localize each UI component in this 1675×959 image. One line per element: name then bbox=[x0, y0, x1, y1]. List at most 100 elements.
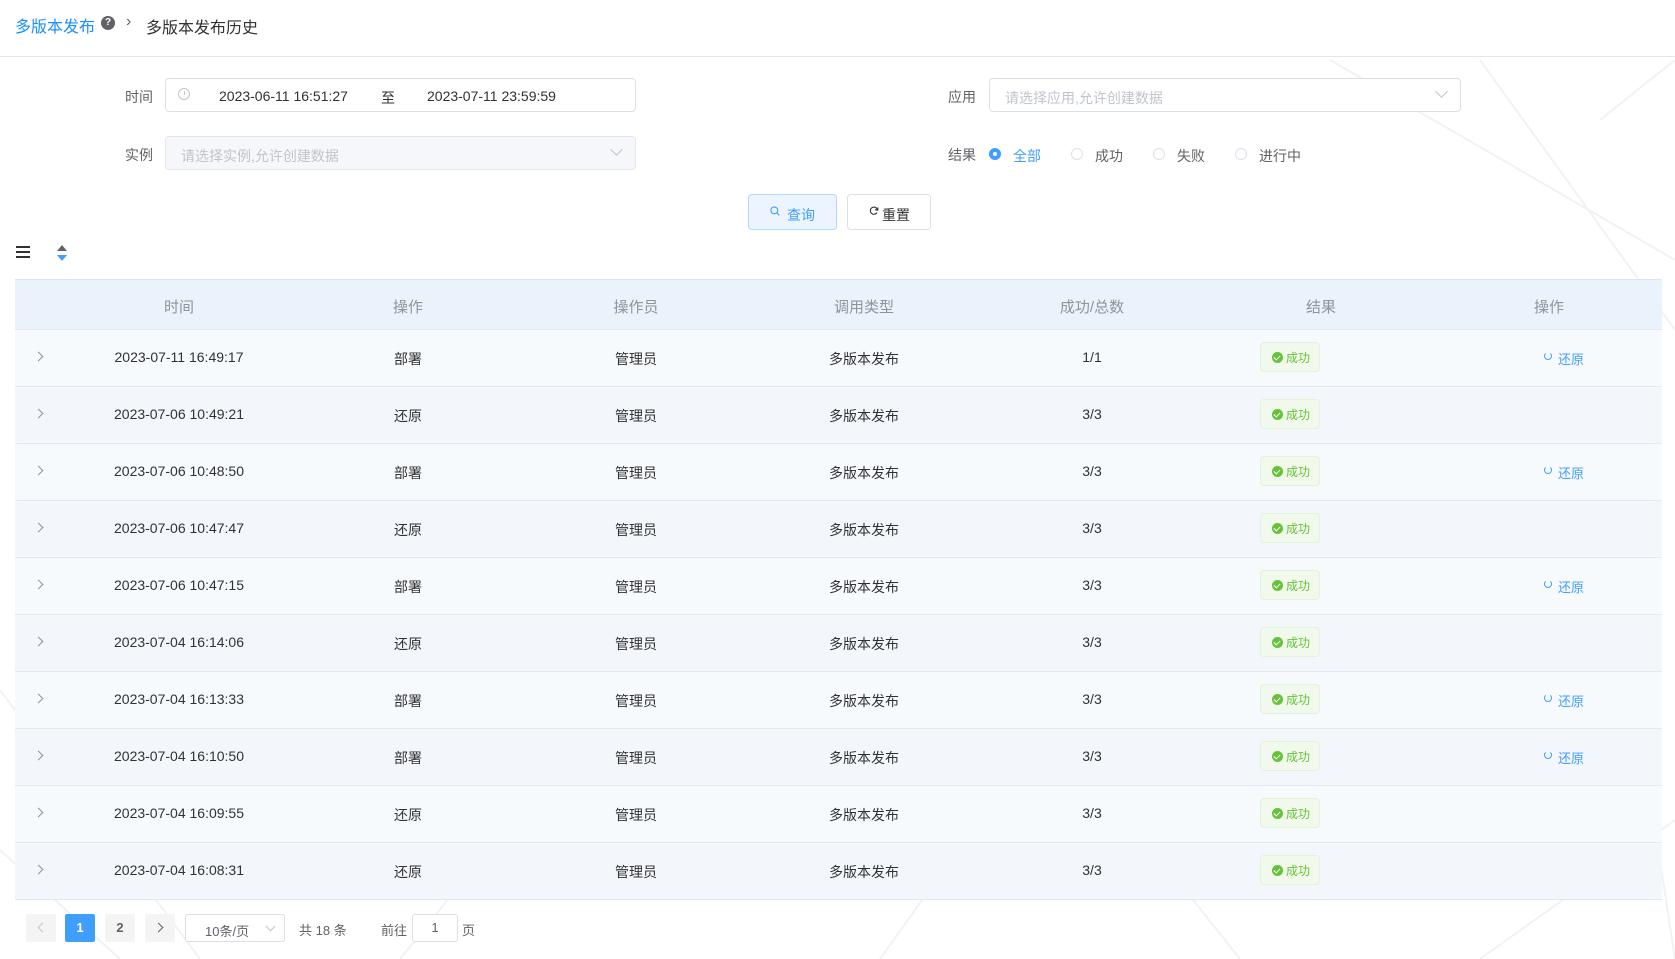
check-circle-icon bbox=[1272, 409, 1283, 420]
date-start[interactable]: 2023-06-11 16:51:27 bbox=[219, 88, 348, 104]
chevron-down-icon bbox=[265, 921, 276, 932]
cell-time: 2023-07-11 16:49:17 bbox=[114, 349, 244, 365]
expand-row-icon[interactable] bbox=[33, 351, 44, 362]
cell-call-type: 多版本发布 bbox=[829, 579, 899, 595]
cell-operator: 管理员 bbox=[615, 750, 657, 766]
help-icon[interactable]: ? bbox=[101, 16, 115, 30]
cell-operator: 管理员 bbox=[615, 636, 657, 652]
reset-button-label: 重置 bbox=[882, 207, 910, 223]
search-icon bbox=[770, 206, 780, 216]
radio-success-label[interactable]: 成功 bbox=[1095, 146, 1123, 166]
expand-row-icon[interactable] bbox=[33, 579, 44, 590]
next-page-button[interactable] bbox=[145, 914, 175, 942]
expand-row-icon[interactable] bbox=[33, 807, 44, 818]
radio-dot[interactable] bbox=[1071, 148, 1083, 160]
goto-page-input[interactable]: 1 bbox=[412, 914, 458, 942]
cell-operation: 还原 bbox=[394, 864, 422, 880]
col-header-operator: 操作员 bbox=[613, 299, 659, 316]
undo-icon bbox=[1544, 751, 1552, 759]
chevron-down-icon bbox=[1435, 85, 1448, 98]
status-badge-label: 成功 bbox=[1286, 579, 1311, 593]
radio-dot[interactable] bbox=[1235, 148, 1247, 160]
restore-link-label[interactable]: 还原 bbox=[1558, 691, 1584, 710]
cell-time: 2023-07-04 16:08:31 bbox=[114, 862, 244, 878]
sort-icon[interactable] bbox=[56, 244, 68, 262]
page-2-button[interactable]: 2 bbox=[105, 914, 135, 942]
check-circle-icon bbox=[1272, 694, 1283, 705]
expand-row-icon[interactable] bbox=[33, 465, 44, 476]
check-circle-icon bbox=[1272, 466, 1283, 477]
status-badge: 成功 bbox=[1260, 855, 1320, 885]
radio-all-label[interactable]: 全部 bbox=[1013, 146, 1041, 166]
undo-icon bbox=[1544, 466, 1552, 474]
cell-call-type: 多版本发布 bbox=[829, 351, 899, 367]
cell-time: 2023-07-06 10:47:15 bbox=[114, 577, 244, 593]
date-range-picker[interactable]: 2023-06-11 16:51:27 至 2023-07-11 23:59:5… bbox=[165, 78, 636, 112]
refresh-icon bbox=[869, 206, 879, 215]
instance-select-placeholder: 请选择实例,允许创建数据 bbox=[181, 148, 339, 164]
app-select-placeholder: 请选择应用,允许创建数据 bbox=[1005, 90, 1163, 106]
table-row: 2023-07-06 10:47:47 还原 管理员 多版本发布 3/3 成功 bbox=[15, 501, 1662, 558]
cell-call-type: 多版本发布 bbox=[829, 693, 899, 709]
cell-operation: 部署 bbox=[394, 579, 422, 595]
table-row: 2023-07-06 10:48:50 部署 管理员 多版本发布 3/3 成功 还原 bbox=[15, 444, 1662, 501]
cell-time: 2023-07-06 10:49:21 bbox=[114, 406, 244, 422]
goto-label: 前往 bbox=[381, 923, 408, 938]
cell-call-type: 多版本发布 bbox=[829, 522, 899, 538]
cell-operator: 管理员 bbox=[615, 693, 657, 709]
date-end[interactable]: 2023-07-11 23:59:59 bbox=[427, 88, 556, 104]
table-row: 2023-07-04 16:10:50 部署 管理员 多版本发布 3/3 成功 还原 bbox=[15, 729, 1662, 786]
chevron-down-icon bbox=[610, 143, 623, 156]
cell-operator: 管理员 bbox=[615, 351, 657, 367]
table-row: 2023-07-06 10:47:15 部署 管理员 多版本发布 3/3 成功 还原 bbox=[15, 558, 1662, 615]
table-row: 2023-07-04 16:13:33 部署 管理员 多版本发布 3/3 成功 还原 bbox=[15, 672, 1662, 729]
restore-link-label[interactable]: 还原 bbox=[1558, 463, 1584, 482]
radio-dot[interactable] bbox=[989, 148, 1001, 160]
expand-row-icon[interactable] bbox=[33, 636, 44, 647]
instance-select[interactable]: 请选择实例,允许创建数据 bbox=[165, 136, 636, 170]
prev-page-button[interactable] bbox=[26, 914, 56, 942]
cell-operation: 还原 bbox=[394, 408, 422, 424]
check-circle-icon bbox=[1272, 751, 1283, 762]
restore-link-label[interactable]: 还原 bbox=[1558, 349, 1584, 368]
app-select[interactable]: 请选择应用,允许创建数据 bbox=[989, 78, 1461, 112]
cell-call-type: 多版本发布 bbox=[829, 636, 899, 652]
cell-call-type: 多版本发布 bbox=[829, 750, 899, 766]
expand-row-icon[interactable] bbox=[33, 864, 44, 875]
cell-operator: 管理员 bbox=[615, 807, 657, 823]
radio-dot[interactable] bbox=[1153, 148, 1165, 160]
query-button-label: 查询 bbox=[787, 207, 815, 223]
status-badge-label: 成功 bbox=[1286, 465, 1311, 479]
status-badge: 成功 bbox=[1260, 456, 1320, 486]
cell-call-type: 多版本发布 bbox=[829, 465, 899, 481]
restore-link-label[interactable]: 还原 bbox=[1558, 577, 1584, 596]
cell-operator: 管理员 bbox=[615, 864, 657, 880]
expand-row-icon[interactable] bbox=[33, 693, 44, 704]
table-row: 2023-07-04 16:14:06 还原 管理员 多版本发布 3/3 成功 bbox=[15, 615, 1662, 672]
expand-row-icon[interactable] bbox=[33, 408, 44, 419]
status-badge: 成功 bbox=[1260, 684, 1320, 714]
page-size-select[interactable]: 10条/页 bbox=[185, 914, 285, 942]
expand-row-icon[interactable] bbox=[33, 522, 44, 533]
cell-operation: 还原 bbox=[394, 807, 422, 823]
col-header-operation: 操作 bbox=[392, 299, 424, 316]
instance-label: 实例 bbox=[125, 147, 153, 163]
breadcrumb-root-link[interactable]: 多版本发布 bbox=[15, 13, 95, 37]
radio-in-progress-label[interactable]: 进行中 bbox=[1259, 146, 1301, 166]
check-circle-icon bbox=[1272, 865, 1283, 876]
cell-time: 2023-07-06 10:47:47 bbox=[114, 520, 244, 536]
total-count: 共 18 条 bbox=[299, 923, 347, 938]
page-1-button[interactable]: 1 bbox=[65, 914, 95, 942]
query-button[interactable]: 查询 bbox=[748, 194, 837, 230]
column-settings-icon[interactable] bbox=[16, 246, 30, 258]
cell-success-total: 3/3 bbox=[1082, 634, 1102, 650]
expand-row-icon[interactable] bbox=[33, 750, 44, 761]
cell-operation: 部署 bbox=[394, 465, 422, 481]
restore-link-label[interactable]: 还原 bbox=[1558, 748, 1584, 767]
table-row: 2023-07-04 16:08:31 还原 管理员 多版本发布 3/3 成功 bbox=[15, 843, 1662, 900]
col-header-result: 结果 bbox=[1305, 299, 1337, 316]
status-badge: 成功 bbox=[1260, 570, 1320, 600]
radio-failed-label[interactable]: 失败 bbox=[1177, 146, 1205, 166]
cell-call-type: 多版本发布 bbox=[829, 864, 899, 880]
reset-button[interactable]: 重置 bbox=[847, 194, 931, 230]
